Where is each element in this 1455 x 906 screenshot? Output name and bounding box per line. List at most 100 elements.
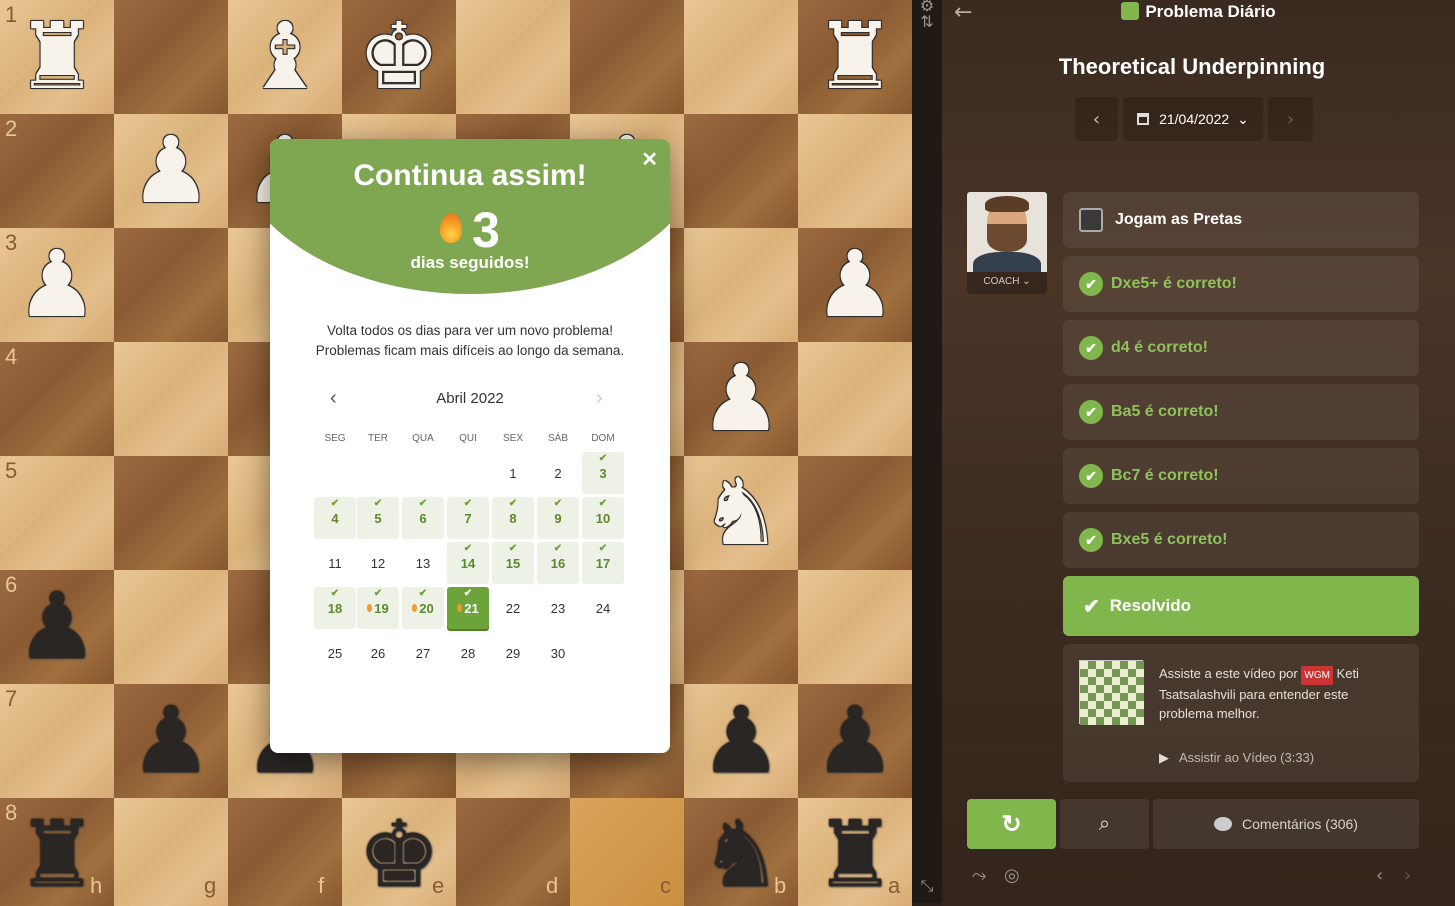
target-icon[interactable]: ◎ xyxy=(1004,865,1020,886)
white-king-piece[interactable]: ♚ xyxy=(342,0,456,114)
white-rook-piece[interactable]: ♜ xyxy=(798,0,912,114)
board-square[interactable] xyxy=(798,570,912,684)
calendar-day[interactable]: ✔ 14 xyxy=(447,542,489,584)
black-knight-piece[interactable]: ♞ xyxy=(684,798,798,906)
black-rook-piece[interactable]: ♜ xyxy=(0,798,114,906)
calendar-day[interactable]: 2 xyxy=(537,452,579,494)
calendar-day[interactable]: 27 xyxy=(402,632,444,674)
board-square[interactable] xyxy=(114,570,228,684)
black-pawn-piece[interactable]: ♟ xyxy=(798,684,912,798)
calendar-day[interactable]: ✔ 19 xyxy=(357,587,399,629)
board-square[interactable] xyxy=(114,456,228,570)
board-square[interactable] xyxy=(684,228,798,342)
board-square[interactable] xyxy=(570,0,684,114)
calendar-day[interactable]: ✔ 8 xyxy=(492,497,534,539)
check-icon: ✔ xyxy=(508,543,518,554)
coach-face xyxy=(967,192,1047,272)
calendar-day[interactable]: ✔ 9 xyxy=(537,497,579,539)
calendar-day[interactable]: ✔ 7 xyxy=(447,497,489,539)
check-icon: ✔ xyxy=(463,588,473,599)
calendar-day[interactable]: ✔ 5 xyxy=(357,497,399,539)
calendar-day[interactable]: 29 xyxy=(492,632,534,674)
calendar-next-month-icon[interactable]: › xyxy=(596,387,603,410)
calendar-day[interactable]: ✔ 6 xyxy=(402,497,444,539)
calendar-day[interactable]: 12 xyxy=(357,542,399,584)
calendar-day[interactable]: 22 xyxy=(492,587,534,629)
move-row: ✔ Bc7 é correto! xyxy=(1063,448,1419,504)
comments-button[interactable]: Comentários (306) xyxy=(1153,799,1419,849)
board-square[interactable] xyxy=(798,456,912,570)
board-square[interactable] xyxy=(684,114,798,228)
retry-button[interactable]: ↻ xyxy=(967,799,1056,849)
weekday-label: DOM xyxy=(591,433,615,444)
calendar-day[interactable]: ✔ 16 xyxy=(537,542,579,584)
date-selector[interactable]: 21/04/2022 ⌄ xyxy=(1123,97,1263,141)
puzzle-title: Theoretical Underpinning xyxy=(1058,54,1326,79)
board-square[interactable] xyxy=(114,342,228,456)
board-square[interactable] xyxy=(798,342,912,456)
prev-arrow-icon[interactable]: ‹ xyxy=(1376,865,1383,886)
check-icon: ✔ xyxy=(1083,595,1100,618)
check-icon: ✔ xyxy=(598,453,608,464)
next-day-button[interactable]: › xyxy=(1268,97,1313,141)
calendar-day[interactable]: 28 xyxy=(447,632,489,674)
black-pawn-piece[interactable]: ♟ xyxy=(684,684,798,798)
calendar-day[interactable]: ✔ 15 xyxy=(492,542,534,584)
analysis-button[interactable]: ⌕ xyxy=(1060,799,1149,849)
coach-avatar[interactable]: COACH ⌄ xyxy=(967,192,1047,294)
calendar-day[interactable]: ✔ 3 xyxy=(582,452,624,494)
previous-day-button[interactable]: ‹ xyxy=(1075,97,1118,141)
date-value: 21/04/2022 xyxy=(1159,111,1230,127)
file-label: c xyxy=(660,873,671,898)
black-king-piece[interactable]: ♚ xyxy=(342,798,456,906)
board-square[interactable] xyxy=(684,570,798,684)
flame-icon xyxy=(367,604,373,612)
white-bishop-piece[interactable]: ♝ xyxy=(228,0,342,114)
weekday-label: QUI xyxy=(459,433,477,444)
white-rook-piece[interactable]: ♜ xyxy=(0,0,114,114)
white-knight-piece[interactable]: ♞ xyxy=(684,456,798,570)
calendar-day[interactable]: ✔ 10 xyxy=(582,497,624,539)
calendar-day[interactable]: ✔ 18 xyxy=(314,587,356,629)
board-square[interactable] xyxy=(456,0,570,114)
black-pawn-piece[interactable]: ♟ xyxy=(0,570,114,684)
white-pawn-piece[interactable]: ♟ xyxy=(0,228,114,342)
calendar-day[interactable]: ✔ 21 xyxy=(447,587,489,629)
calendar-day[interactable]: ✔ 20 xyxy=(402,587,444,629)
board-square[interactable] xyxy=(798,114,912,228)
board-square[interactable] xyxy=(228,798,342,906)
move-row: ✔ Ba5 é correto! xyxy=(1063,384,1419,440)
white-pawn-piece[interactable]: ♟ xyxy=(798,228,912,342)
board-square[interactable] xyxy=(114,228,228,342)
wgm-badge: WGM xyxy=(1301,666,1333,685)
solved-label: Resolvido xyxy=(1109,596,1192,615)
black-rook-piece[interactable]: ♜ xyxy=(798,798,912,906)
board-square[interactable] xyxy=(684,0,798,114)
calendar-day[interactable]: 24 xyxy=(582,587,624,629)
calendar-day[interactable]: 11 xyxy=(314,542,356,584)
calendar-day[interactable]: 23 xyxy=(537,587,579,629)
calendar-day[interactable]: 1 xyxy=(492,452,534,494)
share-icon[interactable]: ⤳ xyxy=(972,865,986,886)
flame-icon xyxy=(457,604,463,612)
weekday-label: QUA xyxy=(412,433,434,444)
streak-number: 3 xyxy=(472,202,500,258)
calendar-day[interactable]: 13 xyxy=(402,542,444,584)
move-row: ✔ Bxe5 é correto! xyxy=(1063,512,1419,568)
flip-board-icon[interactable]: ⇅ xyxy=(912,12,942,31)
video-thumbnail[interactable] xyxy=(1079,660,1144,725)
board-square[interactable] xyxy=(114,0,228,114)
white-pawn-piece[interactable]: ♟ xyxy=(114,114,228,228)
next-arrow-icon[interactable]: › xyxy=(1404,865,1411,886)
watch-video-link[interactable]: ▶ Assistir ao Vídeo (3:33) xyxy=(1159,750,1314,766)
modal-title: Continua assim! xyxy=(353,159,587,192)
calendar-day-number: 13 xyxy=(415,555,431,571)
calendar-day[interactable]: 26 xyxy=(357,632,399,674)
calendar-day[interactable]: ✔ 17 xyxy=(582,542,624,584)
white-pawn-piece[interactable]: ♟ xyxy=(684,342,798,456)
resize-icon[interactable]: ⤡ xyxy=(912,876,942,896)
calendar-day[interactable]: 25 xyxy=(314,632,356,674)
black-pawn-piece[interactable]: ♟ xyxy=(114,684,228,798)
calendar-day[interactable]: ✔ 4 xyxy=(314,497,356,539)
calendar-day[interactable]: 30 xyxy=(537,632,579,674)
